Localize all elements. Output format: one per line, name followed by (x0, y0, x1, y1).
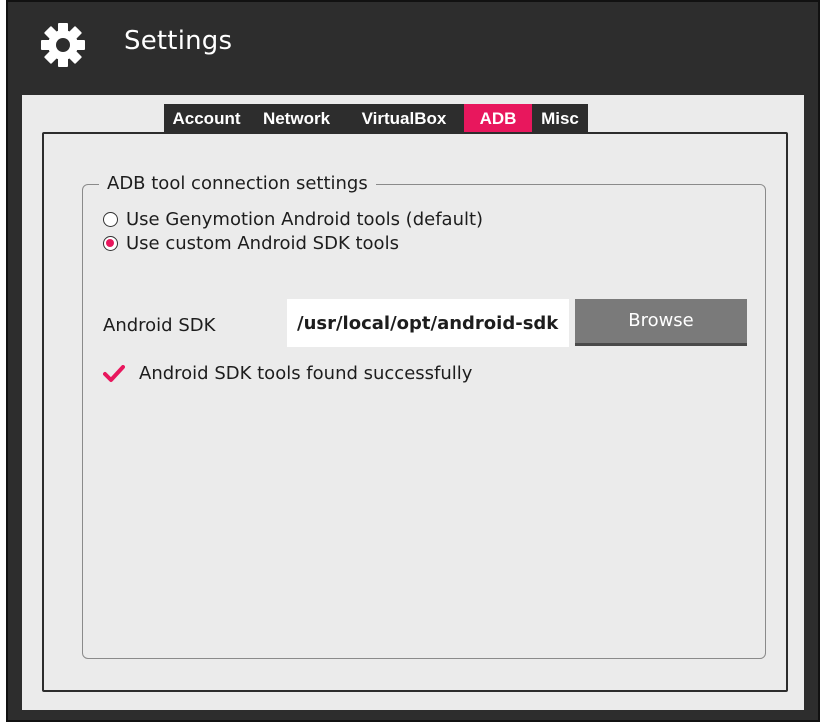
android-sdk-path-input[interactable] (287, 299, 569, 347)
tab-misc[interactable]: Misc (532, 104, 588, 133)
browse-button[interactable]: Browse (575, 299, 747, 346)
settings-window: Settings Account Network VirtualBox ADB … (6, 0, 820, 722)
tab-virtualbox[interactable]: VirtualBox (344, 104, 464, 133)
radio-button[interactable] (103, 236, 118, 251)
radio-label: Use Genymotion Android tools (default) (126, 209, 484, 230)
radio-genymotion-tools[interactable]: Use Genymotion Android tools (default) (103, 209, 483, 230)
sdk-status: Android SDK tools found successfully (103, 363, 472, 384)
tab-network[interactable]: Network (249, 104, 344, 133)
adb-connection-groupbox: ADB tool connection settings Use Genymot… (82, 172, 766, 659)
window-title: Settings (124, 26, 233, 56)
radio-button[interactable] (103, 212, 118, 227)
radio-custom-sdk-tools[interactable]: Use custom Android SDK tools (103, 233, 399, 254)
gear-icon (41, 23, 85, 67)
settings-body: Account Network VirtualBox ADB Misc ADB … (22, 95, 804, 710)
radio-label: Use custom Android SDK tools (126, 233, 399, 254)
tab-panel-adb: ADB tool connection settings Use Genymot… (42, 132, 788, 692)
tab-account[interactable]: Account (164, 104, 249, 133)
tab-bar: Account Network VirtualBox ADB Misc (164, 104, 588, 133)
tab-adb[interactable]: ADB (464, 104, 532, 133)
android-sdk-label: Android SDK (103, 315, 216, 336)
groupbox-title: ADB tool connection settings (99, 172, 376, 196)
checkmark-icon (103, 364, 125, 382)
header-bar: Settings (8, 2, 818, 92)
status-text: Android SDK tools found successfully (139, 363, 473, 384)
